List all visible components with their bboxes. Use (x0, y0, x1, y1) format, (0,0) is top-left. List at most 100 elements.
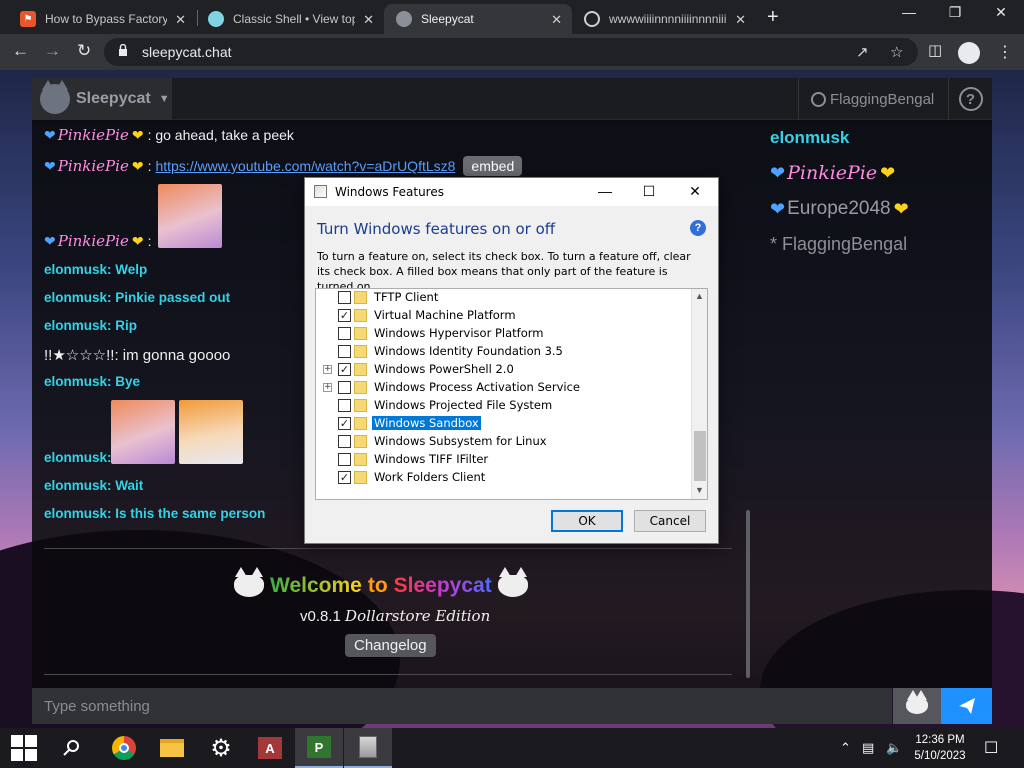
taskbar-clock[interactable]: 12:36 PM 5/10/2023 (908, 732, 972, 764)
address-bar[interactable]: sleepycat.chat ↗ ☆ (104, 38, 918, 66)
close-tab-icon[interactable]: ✕ (551, 12, 562, 28)
feature-item[interactable]: TFTP Client (316, 289, 691, 307)
network-icon[interactable]: ▤ (862, 740, 874, 756)
cat-emoji-button[interactable] (893, 688, 941, 724)
taskbar-project[interactable]: P (295, 728, 343, 768)
welcome-word: to (367, 574, 388, 597)
side-panel-icon[interactable]: ◫ (928, 41, 942, 59)
message-author[interactable]: elonmusk (44, 374, 107, 389)
taskbar-access[interactable]: A (246, 728, 294, 768)
feature-checkbox[interactable] (338, 381, 351, 394)
new-tab-button[interactable]: + (767, 6, 779, 29)
message-author[interactable]: elonmusk (44, 450, 107, 465)
feature-item[interactable]: ✓ Work Folders Client (316, 469, 691, 487)
message-author[interactable]: PinkiePie (58, 232, 129, 250)
minimize-button[interactable]: — (886, 4, 932, 20)
message-author[interactable]: !!★☆☆☆!! (44, 346, 114, 364)
message-author[interactable]: PinkiePie (58, 126, 129, 144)
feature-item[interactable]: Windows Identity Foundation 3.5 (316, 343, 691, 361)
expand-plus-icon[interactable]: + (323, 383, 332, 392)
feature-checkbox[interactable]: ✓ (338, 471, 351, 484)
feature-checkbox[interactable] (338, 453, 351, 466)
member-item[interactable]: ❤ Europe2048 ❤ (770, 198, 909, 220)
user-button[interactable]: FlaggingBengal (798, 78, 948, 120)
message-author[interactable]: elonmusk (44, 478, 107, 493)
taskbar-file-explorer[interactable] (148, 728, 196, 768)
anime-image-thumbnail[interactable] (111, 400, 175, 464)
feature-checkbox[interactable]: ✓ (338, 309, 351, 322)
yellow-heart-icon: ❤ (131, 157, 144, 174)
chat-scrollbar[interactable] (746, 510, 750, 678)
notifications-icon[interactable]: ☐ (984, 738, 998, 758)
start-button[interactable] (0, 728, 48, 768)
feature-item[interactable]: ✓ Windows Sandbox (316, 415, 691, 433)
message-author[interactable]: PinkiePie (58, 157, 129, 175)
member-item[interactable]: elonmusk (770, 128, 849, 148)
feature-item[interactable]: Windows Projected File System (316, 397, 691, 415)
dialog-titlebar[interactable]: Windows Features — ☐ ✕ (305, 178, 718, 206)
profile-avatar[interactable] (958, 42, 980, 64)
help-icon[interactable]: ? (690, 220, 706, 236)
member-item[interactable]: * FlaggingBengal (770, 234, 907, 255)
close-tab-icon[interactable]: ✕ (175, 12, 186, 28)
server-selector[interactable]: Sleepycat ▼ (32, 78, 172, 120)
cancel-button[interactable]: Cancel (634, 510, 706, 532)
menu-kebab-icon[interactable]: ⋮ (997, 42, 1013, 62)
ok-button[interactable]: OK (551, 510, 623, 532)
volume-icon[interactable]: 🔈 (886, 740, 902, 756)
close-tab-icon[interactable]: ✕ (363, 12, 374, 28)
message-input[interactable] (32, 688, 892, 724)
message-author[interactable]: elonmusk (44, 262, 107, 277)
bookmark-star-icon[interactable]: ☆ (890, 43, 903, 61)
feature-item[interactable]: Windows Hypervisor Platform (316, 325, 691, 343)
feature-checkbox[interactable]: ✓ (338, 363, 351, 376)
reload-button[interactable]: ↻ (77, 41, 91, 61)
feature-item[interactable]: Windows Subsystem for Linux (316, 433, 691, 451)
message-author[interactable]: elonmusk (44, 506, 107, 521)
anime-image-thumbnail[interactable] (179, 400, 243, 464)
dialog-maximize-button[interactable]: ☐ (639, 183, 659, 200)
taskbar-settings[interactable]: ⚙ (197, 728, 245, 768)
message-author[interactable]: elonmusk (44, 318, 107, 333)
feature-checkbox[interactable]: ✓ (338, 417, 351, 430)
tab-wwwwiii[interactable]: wwwwiiiinnnniiiinnnniii ✕ (572, 4, 756, 34)
show-hidden-icons-chevron[interactable]: ⌃ (840, 740, 851, 756)
feature-item[interactable]: ✓ Virtual Machine Platform (316, 307, 691, 325)
member-item[interactable]: ❤ PinkiePie ❤ (770, 162, 895, 184)
feature-checkbox[interactable] (338, 345, 351, 358)
back-button[interactable]: ← (12, 41, 29, 61)
tab-bypass-factory[interactable]: ⚑ How to Bypass Factory ✕ (8, 4, 196, 34)
changelog-button[interactable]: Changelog (345, 634, 436, 657)
scroll-up-icon[interactable]: ▲ (695, 291, 704, 301)
message-author[interactable]: elonmusk (44, 290, 107, 305)
feature-checkbox[interactable] (338, 435, 351, 448)
dialog-minimize-button[interactable]: — (595, 183, 615, 199)
feature-checkbox[interactable] (338, 291, 351, 304)
expand-plus-icon[interactable]: + (323, 365, 332, 374)
search-button[interactable] (48, 728, 96, 768)
feature-item[interactable]: + ✓ Windows PowerShell 2.0 (316, 361, 691, 379)
taskbar-chrome[interactable] (100, 728, 148, 768)
help-button[interactable]: ? (948, 78, 992, 120)
close-window-button[interactable]: ✕ (978, 4, 1024, 21)
youtube-link[interactable]: https://www.youtube.com/watch?v=aDrUQftL… (155, 158, 455, 174)
scroll-down-icon[interactable]: ▼ (695, 485, 704, 495)
tab-classic-shell[interactable]: Classic Shell • View top ✕ (196, 4, 384, 34)
feature-checkbox[interactable] (338, 399, 351, 412)
scrollbar-thumb[interactable] (694, 431, 706, 481)
send-button[interactable] (941, 688, 992, 724)
feature-checkbox[interactable] (338, 327, 351, 340)
forward-button[interactable]: → (44, 41, 61, 61)
anime-image-thumbnail[interactable] (158, 184, 222, 248)
close-tab-icon[interactable]: ✕ (735, 12, 746, 28)
embed-button[interactable]: embed (463, 156, 523, 176)
feature-item[interactable]: + Windows Process Activation Service (316, 379, 691, 397)
dialog-close-button[interactable]: ✕ (685, 183, 705, 200)
share-icon[interactable]: ↗ (856, 43, 869, 61)
restore-button[interactable]: ❐ (932, 4, 978, 21)
features-scrollbar[interactable]: ▲ ▼ (691, 289, 707, 499)
taskbar-windows-features[interactable] (344, 728, 392, 768)
feature-item[interactable]: Windows TIFF IFilter (316, 451, 691, 469)
folder-icon (354, 417, 367, 430)
tab-sleepycat[interactable]: Sleepycat ✕ (384, 4, 572, 34)
